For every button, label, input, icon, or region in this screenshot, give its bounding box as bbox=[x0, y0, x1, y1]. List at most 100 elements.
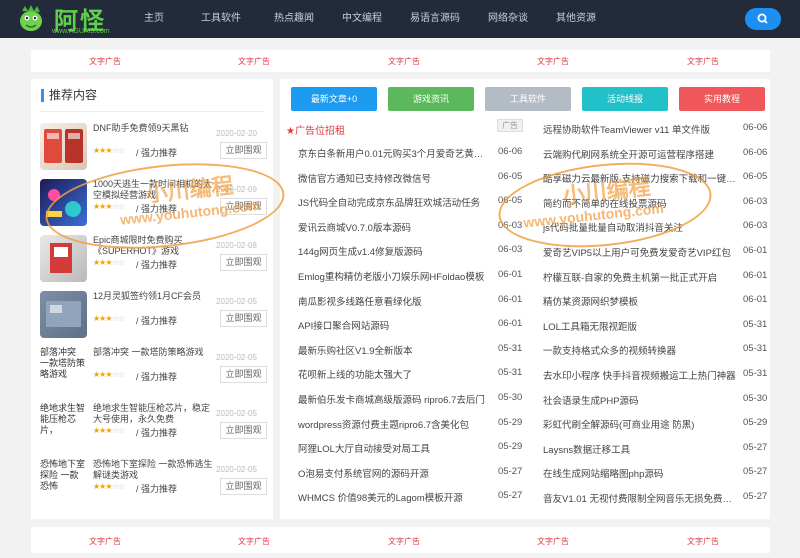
article-row[interactable]: 京东白条新用户0.01元购买3个月爱奇艺黄金会员 06-06 bbox=[298, 142, 528, 164]
search-button[interactable] bbox=[745, 8, 781, 30]
article-row[interactable]: 最新伯乐发卡商城高级版源码 ripro6.7去后门 05-30 bbox=[298, 388, 528, 410]
article-title[interactable]: 云端购代刷网系统全开源可运营程序搭建 bbox=[543, 147, 739, 161]
article-row[interactable]: 云端购代刷网系统全开源可运营程序搭建 06-06 bbox=[497, 143, 769, 165]
view-button[interactable]: 立即围观 bbox=[220, 142, 267, 159]
item-thumbnail[interactable] bbox=[40, 291, 87, 338]
article-title[interactable]: LOL工具箱无限视距版 bbox=[543, 319, 739, 333]
article-row[interactable]: 音友V1.01 无视付费限制全网音乐无损免费下载 05-27 bbox=[497, 487, 769, 509]
article-title[interactable]: 南瓜影视多线路任意看绿化版 bbox=[298, 294, 488, 308]
article-title[interactable]: wordpress资源付费主题ripro6.7含美化包 bbox=[298, 417, 488, 431]
article-row[interactable]: 花呗新上线的功能太强大了 05-31 bbox=[298, 363, 528, 385]
nav-hot-news[interactable]: 热点趣闻 bbox=[266, 0, 322, 38]
article-title[interactable]: 柠檬互联-自家的免费主机第一批正式开启 bbox=[543, 270, 739, 284]
recommended-item[interactable]: 部落冲突 一款塔防策略游戏 部落冲突 一款塔防策略游戏 2020-02-05 ★… bbox=[40, 347, 267, 397]
tab-tools[interactable]: 工具软件 bbox=[485, 87, 571, 111]
item-thumbnail-alt-text[interactable]: 部落冲突 一款塔防策略游戏 bbox=[40, 347, 87, 394]
text-ad[interactable]: 文字广告 bbox=[388, 536, 420, 547]
article-title[interactable]: 京东白条新用户0.01元购买3个月爱奇艺黄金会员 bbox=[298, 146, 488, 160]
article-row[interactable]: 最新乐购社区V1.9全新版本 05-31 bbox=[298, 339, 528, 361]
nav-network-talk[interactable]: 网络杂谈 bbox=[480, 0, 536, 38]
article-row[interactable]: 爱奇艺VIP5以上用户可免费发爱奇艺VIP红包 06-01 bbox=[497, 241, 769, 263]
text-ad[interactable]: 文字广告 bbox=[388, 56, 420, 67]
article-title[interactable]: 彩虹代刷全解源码(可商业用途 防黑) bbox=[543, 417, 739, 431]
item-thumbnail-alt-text[interactable]: 恐怖地下室探险 一款恐怖 bbox=[40, 459, 87, 506]
recommended-item[interactable]: 12月灵狐签约领1月CF会员 2020-02-05 ★★★☆☆ / 强力推荐 立… bbox=[40, 291, 267, 341]
article-title[interactable]: 去水印小程序 快手抖音视频搬运工上热门神器 bbox=[543, 368, 739, 382]
article-title[interactable]: O泡易支付系统官网的源码开源 bbox=[298, 466, 488, 480]
article-title[interactable]: WHMCS 价值98美元的Lagom模板开源 bbox=[298, 490, 488, 504]
text-ad[interactable]: 文字广告 bbox=[238, 56, 270, 67]
tab-tutorials[interactable]: 实用教程 bbox=[679, 87, 765, 111]
article-row[interactable]: Emlog重构精仿老版小刀娱乐网HFoldao模板 06-01 bbox=[298, 265, 528, 287]
tab-game-news[interactable]: 游戏资讯 bbox=[388, 87, 474, 111]
article-row[interactable]: 阿狸LOL大厅自动接受对局工具 05-29 bbox=[298, 437, 528, 459]
view-button[interactable]: 立即围观 bbox=[220, 422, 267, 439]
article-row[interactable]: JS代码全自动完成京东品牌狂欢城活动任务 06-05 bbox=[298, 191, 528, 213]
article-title[interactable]: JS代码全自动完成京东品牌狂欢城活动任务 bbox=[298, 195, 488, 209]
text-ad[interactable]: 文字广告 bbox=[238, 536, 270, 547]
article-row[interactable]: 精仿某资源网织梦模板 06-01 bbox=[497, 290, 769, 312]
text-ad[interactable]: 文字广告 bbox=[537, 56, 569, 67]
article-title[interactable]: 音友V1.01 无视付费限制全网音乐无损免费下载 bbox=[543, 491, 739, 505]
article-title[interactable]: 最新伯乐发卡商城高级版源码 ripro6.7去后门 bbox=[298, 392, 488, 406]
article-title[interactable]: 微信官方通知已支持修改微信号 bbox=[298, 171, 488, 185]
view-button[interactable]: 立即围观 bbox=[220, 310, 267, 327]
tab-latest[interactable]: 最新文章+0 bbox=[291, 87, 377, 111]
item-title[interactable]: DNF助手免费领9天黑钻 bbox=[93, 123, 213, 134]
article-title[interactable]: 阿狸LOL大厅自动接受对局工具 bbox=[298, 441, 488, 455]
recommended-item[interactable]: 绝地求生智能压枪芯片， 绝地求生智能压枪芯片，稳定大号使用，永久免费 2020-… bbox=[40, 403, 267, 453]
item-thumbnail-alt-text[interactable]: 绝地求生智能压枪芯片， bbox=[40, 403, 87, 450]
ad-slot-heading[interactable]: ★广告位招租 bbox=[286, 122, 345, 137]
text-ad[interactable]: 文字广告 bbox=[89, 536, 121, 547]
article-row[interactable]: LOL工具箱无限视距版 05-31 bbox=[497, 315, 769, 337]
article-title[interactable]: 最新乐购社区V1.9全新版本 bbox=[298, 343, 488, 357]
nav-chinese-programming[interactable]: 中文编程 bbox=[334, 0, 390, 38]
article-row[interactable]: wordpress资源付费主题ripro6.7含美化包 05-29 bbox=[298, 413, 528, 435]
article-row[interactable]: 144g网页生成v1.4修复版源码 06-03 bbox=[298, 240, 528, 262]
article-title[interactable]: Laysns数据迁移工具 bbox=[543, 442, 739, 456]
item-thumbnail[interactable] bbox=[40, 123, 87, 170]
view-button[interactable]: 立即围观 bbox=[220, 366, 267, 383]
article-title[interactable]: 花呗新上线的功能太强大了 bbox=[298, 367, 488, 381]
view-button[interactable]: 立即围观 bbox=[220, 478, 267, 495]
article-title[interactable]: 精仿某资源网织梦模板 bbox=[543, 294, 739, 308]
article-row[interactable]: 广告 远程协助软件TeamViewer v11 单文件版 06-06 bbox=[497, 118, 769, 140]
nav-e-language-source[interactable]: 易语言源码 bbox=[402, 0, 468, 38]
article-row[interactable]: 南瓜影视多线路任意看绿化版 06-01 bbox=[298, 290, 528, 312]
article-row[interactable]: Laysns数据迁移工具 05-27 bbox=[497, 438, 769, 460]
article-title[interactable]: 远程协助软件TeamViewer v11 单文件版 bbox=[543, 122, 739, 136]
nav-other-resources[interactable]: 其他资源 bbox=[548, 0, 604, 38]
article-title[interactable]: 144g网页生成v1.4修复版源码 bbox=[298, 244, 488, 258]
text-ad[interactable]: 文字广告 bbox=[537, 536, 569, 547]
text-ad[interactable]: 文字广告 bbox=[687, 56, 719, 67]
nav-home[interactable]: 主页 bbox=[132, 0, 176, 38]
item-title[interactable]: 12月灵狐签约领1月CF会员 bbox=[93, 291, 213, 302]
tab-activities[interactable]: 活动线报 bbox=[582, 87, 668, 111]
article-title[interactable]: 一款支持格式众多的视频转换器 bbox=[543, 343, 739, 357]
article-row[interactable]: 在线生成网站缩略图php源码 05-27 bbox=[497, 462, 769, 484]
item-title[interactable]: 绝地求生智能压枪芯片，稳定大号使用，永久免费 bbox=[93, 403, 213, 425]
article-title[interactable]: Emlog重构精仿老版小刀娱乐网HFoldao模板 bbox=[298, 269, 488, 283]
article-title[interactable]: 在线生成网站缩略图php源码 bbox=[543, 466, 739, 480]
article-row[interactable]: O泡易支付系统官网的源码开源 05-27 bbox=[298, 462, 528, 484]
article-row[interactable]: 彩虹代刷全解源码(可商业用途 防黑) 05-29 bbox=[497, 413, 769, 435]
item-title[interactable]: 部落冲突 一款塔防策略游戏 bbox=[93, 347, 213, 358]
article-row[interactable]: 社会语录生成PHP源码 05-30 bbox=[497, 389, 769, 411]
site-logo[interactable]: 阿怪 www.AGUAI5.com bbox=[16, 1, 128, 37]
article-title[interactable]: API接口聚合网站源码 bbox=[298, 318, 488, 332]
article-row[interactable]: 柠檬互联-自家的免费主机第一批正式开启 06-01 bbox=[497, 266, 769, 288]
article-row[interactable]: 爱讯云商城V0.7.0版本源码 06-03 bbox=[298, 216, 528, 238]
nav-tools[interactable]: 工具软件 bbox=[184, 0, 258, 38]
article-row[interactable]: 微信官方通知已支持修改微信号 06-05 bbox=[298, 167, 528, 189]
view-button[interactable]: 立即围观 bbox=[220, 254, 267, 271]
article-row[interactable]: API接口聚合网站源码 06-01 bbox=[298, 314, 528, 336]
article-row[interactable]: WHMCS 价值98美元的Lagom模板开源 05-27 bbox=[298, 486, 528, 508]
item-title[interactable]: 恐怖地下室探险 一款恐怖逃生解谜类游戏 bbox=[93, 459, 213, 481]
article-row[interactable]: 一款支持格式众多的视频转换器 05-31 bbox=[497, 339, 769, 361]
text-ad[interactable]: 文字广告 bbox=[89, 56, 121, 67]
recommended-item[interactable]: 恐怖地下室探险 一款恐怖 恐怖地下室探险 一款恐怖逃生解谜类游戏 2020-02… bbox=[40, 459, 267, 509]
text-ad[interactable]: 文字广告 bbox=[687, 536, 719, 547]
article-title[interactable]: 社会语录生成PHP源码 bbox=[543, 393, 739, 407]
article-title[interactable]: 爱讯云商城V0.7.0版本源码 bbox=[298, 220, 488, 234]
article-row[interactable]: 去水印小程序 快手抖音视频搬运工上热门神器 05-31 bbox=[497, 364, 769, 386]
